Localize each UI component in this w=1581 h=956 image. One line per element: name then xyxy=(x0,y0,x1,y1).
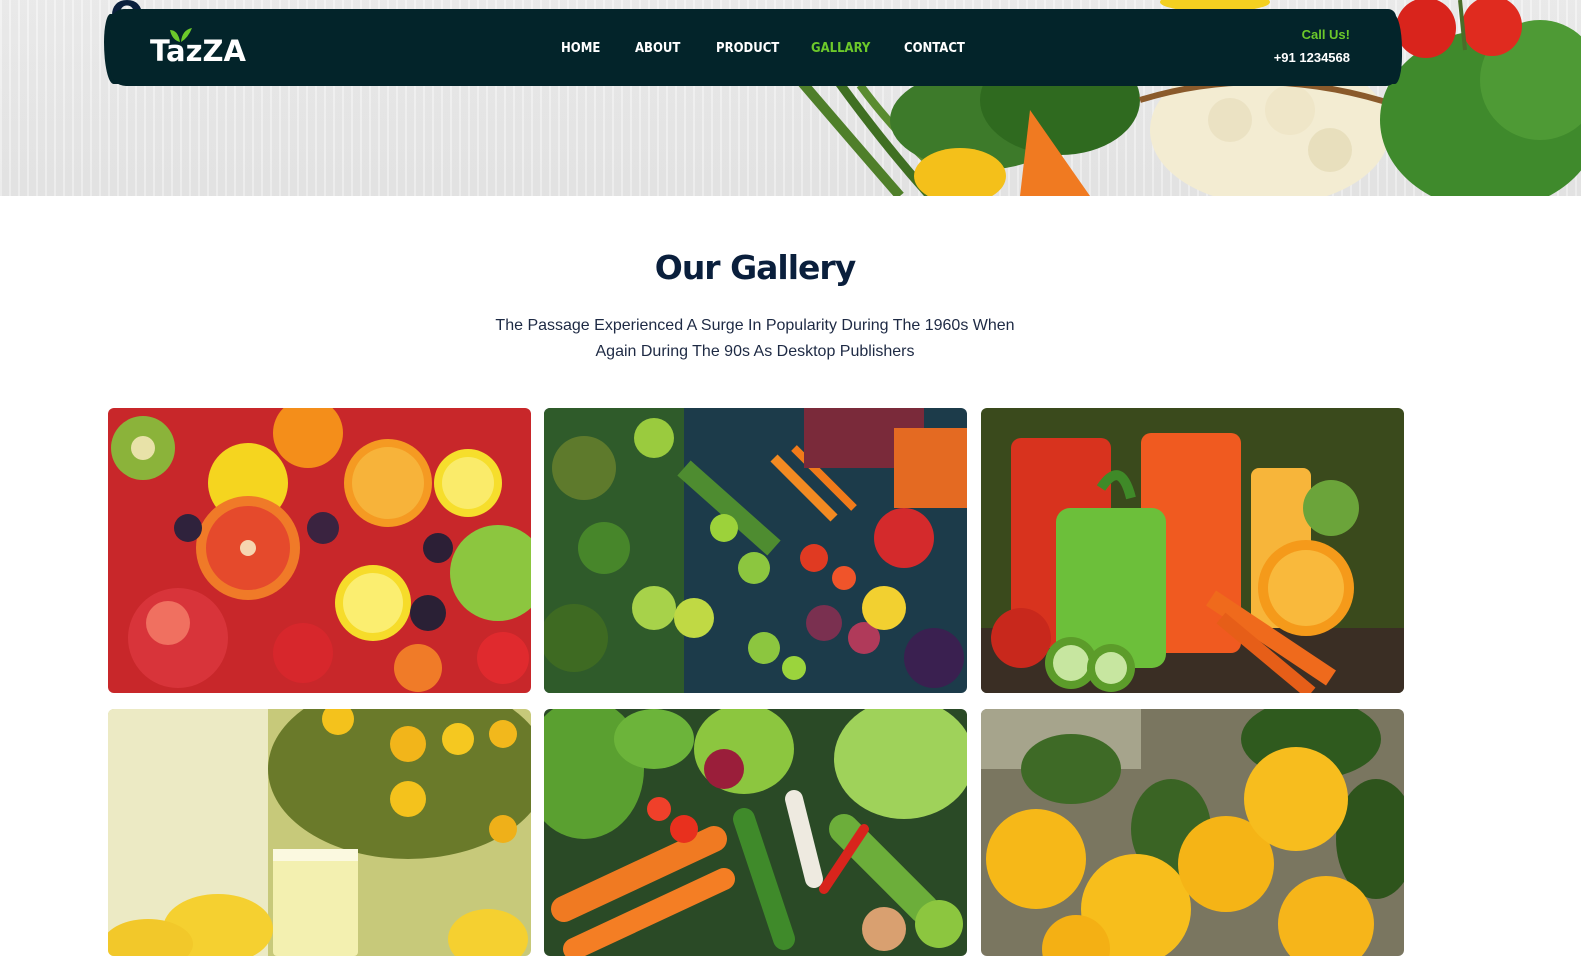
nav-contact[interactable]: CONTACT xyxy=(904,41,965,56)
gallery-description: The Passage Experienced A Surge In Popul… xyxy=(490,313,1020,365)
navbar-brush-right xyxy=(1384,14,1402,84)
juices-image xyxy=(981,408,1404,693)
gallery-image-lemon-juice[interactable] xyxy=(108,709,531,956)
gallery-image-fruits[interactable] xyxy=(108,408,531,693)
gallery-image-oranges[interactable] xyxy=(981,709,1404,956)
lemon-juice-image xyxy=(108,709,531,956)
nav-about[interactable]: ABOUT xyxy=(635,41,680,56)
call-us-label: Call Us! xyxy=(1301,27,1350,42)
gallery-description-line-2: Again During The 90s As Desktop Publishe… xyxy=(595,343,915,360)
gallery-image-vegetables[interactable] xyxy=(544,709,967,956)
gallery-description-line-1: The Passage Experienced A Surge In Popul… xyxy=(495,317,1015,334)
oranges-image xyxy=(981,709,1404,956)
brand-logo[interactable]: TazZA xyxy=(150,34,246,68)
nav-gallary[interactable]: GALLARY xyxy=(811,41,870,56)
fresh-vegetables-image xyxy=(544,709,967,956)
gallery-image-fruits-vegetables[interactable] xyxy=(544,408,967,693)
fruits-image xyxy=(108,408,531,693)
vegetables-image xyxy=(544,408,967,693)
gallery-title: Our Gallery xyxy=(654,248,856,287)
phone-number[interactable]: +91 1234568 xyxy=(1274,50,1350,65)
nav-product[interactable]: PRODUCT xyxy=(716,41,779,56)
nav-home[interactable]: HOME xyxy=(561,41,600,56)
gallery-image-juices[interactable] xyxy=(981,408,1404,693)
